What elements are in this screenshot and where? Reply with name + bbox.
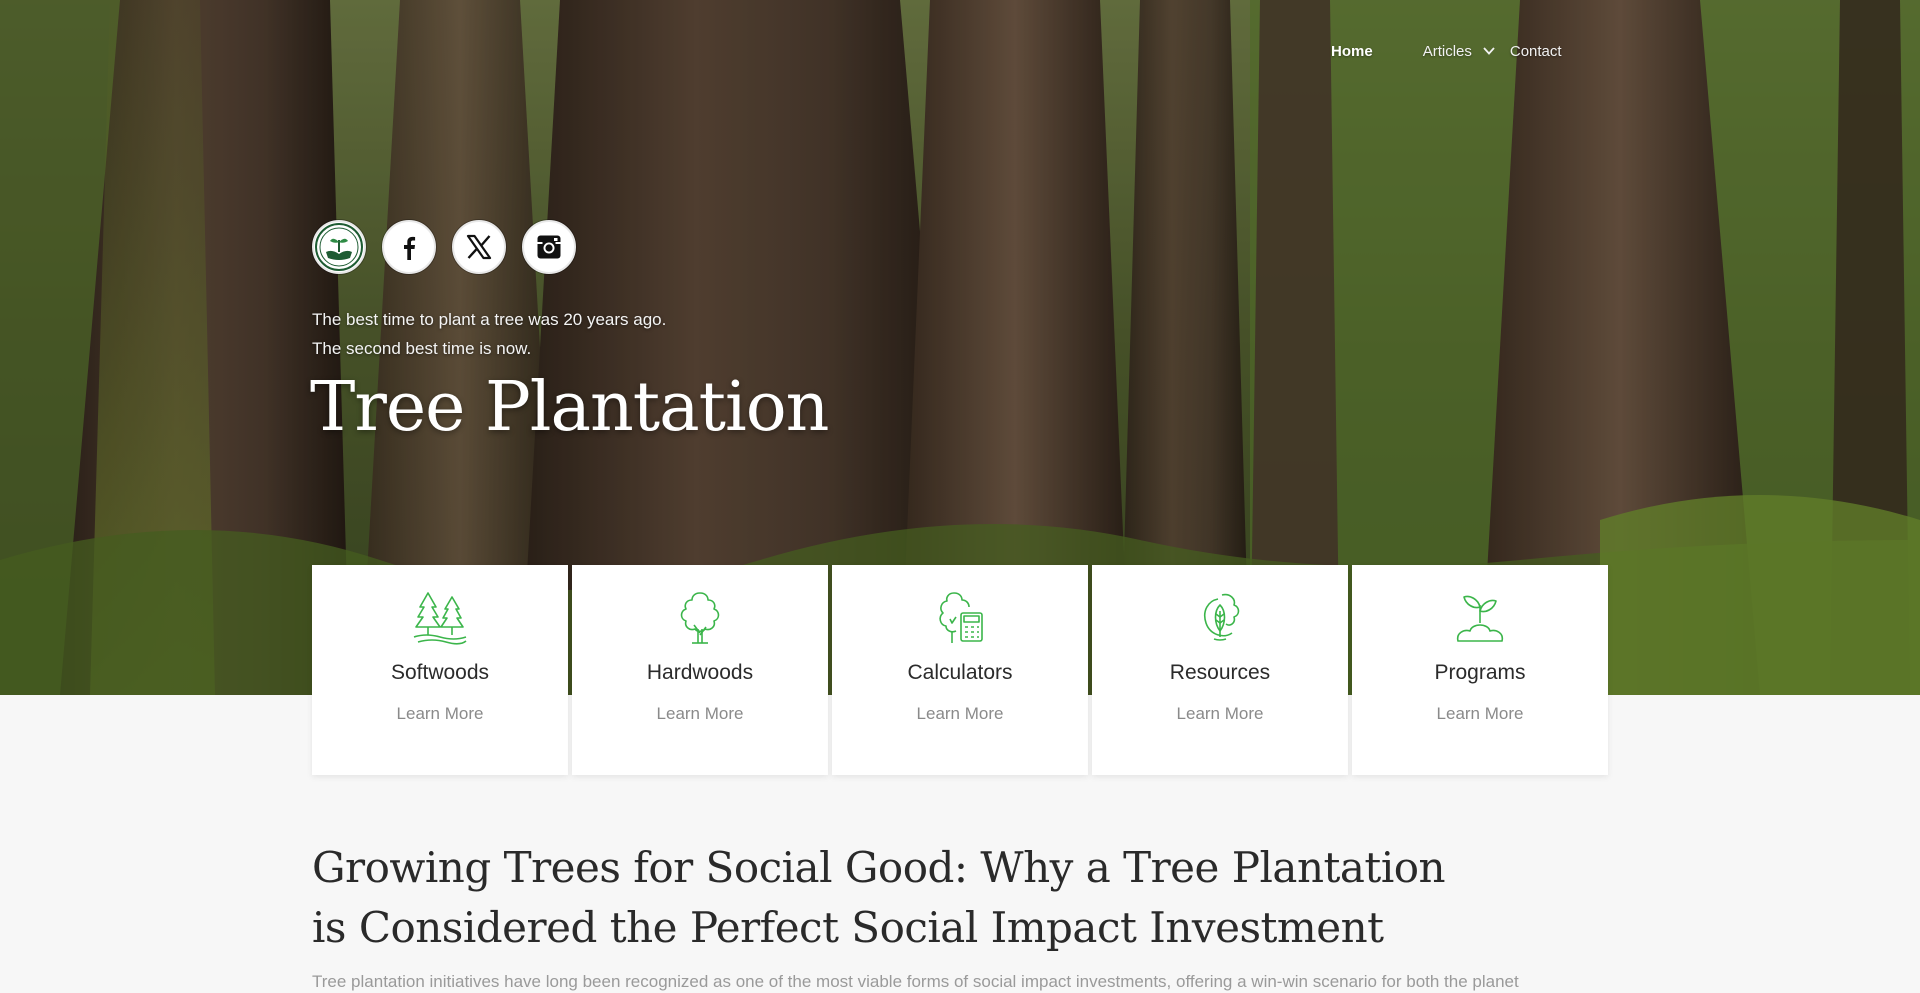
card-title: Resources	[1169, 661, 1271, 684]
tree-calculator-icon	[939, 592, 983, 643]
card-title: Hardwoods	[646, 661, 754, 684]
pine-trees-icon	[413, 592, 467, 645]
seedling-hands-logo-icon	[315, 223, 363, 271]
learn-more-link[interactable]: Learn More	[657, 704, 744, 724]
nav-home-link[interactable]: Home	[1331, 43, 1373, 60]
article-excerpt: Tree plantation initiatives have long be…	[312, 972, 1519, 991]
card-resources[interactable]: Resources Learn More	[1092, 565, 1348, 775]
card-calculators[interactable]: Calculators Learn More	[832, 565, 1088, 775]
facebook-icon	[404, 236, 416, 260]
nav-contact-link[interactable]: Contact	[1510, 43, 1562, 60]
tagline-line-1: The best time to plant a tree was 20 yea…	[312, 310, 667, 329]
nav-articles-label: Articles	[1422, 42, 1472, 60]
x-twitter-button[interactable]	[452, 220, 506, 274]
tagline-line-2: The second best time is now.	[312, 339, 532, 358]
card-softwoods[interactable]: Softwoods Learn More	[312, 565, 568, 775]
social-links	[312, 220, 576, 274]
instagram-icon	[537, 235, 561, 259]
main-nav: Home Articles Contact	[1331, 40, 1562, 62]
card-title: Calculators	[907, 661, 1013, 684]
facebook-button[interactable]	[382, 220, 436, 274]
leaf-resource-icon	[1203, 593, 1240, 641]
x-twitter-icon	[466, 234, 492, 260]
learn-more-link[interactable]: Learn More	[1437, 704, 1524, 724]
chevron-down-icon	[1483, 47, 1495, 55]
hero-title: Tree Plantation	[310, 368, 829, 447]
category-cards: Softwoods Learn More Hardwoods Learn Mor…	[312, 565, 1608, 775]
learn-more-link[interactable]: Learn More	[917, 704, 1004, 724]
card-programs[interactable]: Programs Learn More	[1352, 565, 1608, 775]
card-title: Softwoods	[390, 661, 490, 684]
card-title: Programs	[1434, 661, 1526, 684]
nav-articles-dropdown[interactable]: Articles	[1423, 43, 1496, 60]
card-hardwoods[interactable]: Hardwoods Learn More	[572, 565, 828, 775]
article-title: Growing Trees for Social Good: Why a Tre…	[312, 843, 1446, 952]
logo-button[interactable]	[312, 220, 366, 274]
hero-tagline: The best time to plant a tree was 20 yea…	[312, 305, 666, 363]
sprout-icon	[1456, 595, 1504, 642]
deciduous-tree-icon	[680, 592, 720, 644]
learn-more-link[interactable]: Learn More	[1177, 704, 1264, 724]
learn-more-link[interactable]: Learn More	[397, 704, 484, 724]
instagram-button[interactable]	[522, 220, 576, 274]
